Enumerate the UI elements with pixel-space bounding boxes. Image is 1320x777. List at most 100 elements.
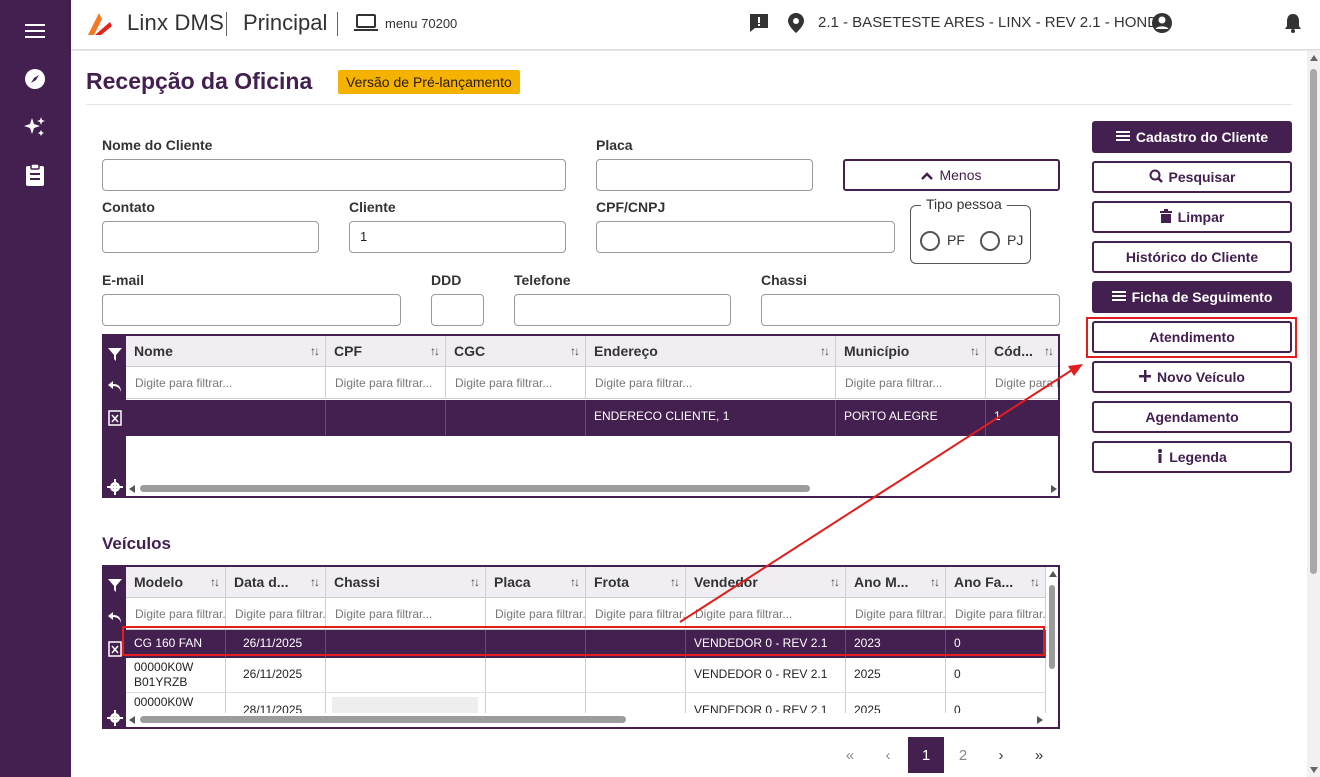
placa-input[interactable]	[596, 159, 813, 191]
filter-nome[interactable]: Digite para filtrar...	[126, 367, 326, 399]
first-page-button[interactable]: «	[832, 737, 868, 773]
filter-vendedor[interactable]: Digite para filtrar...	[686, 598, 846, 630]
filter-icon[interactable]	[107, 577, 123, 593]
divider	[86, 104, 1292, 105]
user-account-icon[interactable]	[1151, 12, 1173, 34]
filter-frota[interactable]: Digite para filtrar...	[586, 598, 686, 630]
filter-municipio[interactable]: Digite para filtrar...	[836, 367, 986, 399]
filter-data[interactable]: Digite para filtrar...	[226, 598, 326, 630]
col-placa[interactable]: Placa ↑↓	[486, 567, 586, 598]
sort-icon: ↑↓	[830, 575, 840, 589]
undo-icon[interactable]	[107, 378, 123, 394]
table-row[interactable]: ENDERECO CLIENTE, 1 PORTO ALEGRE 1	[126, 400, 1058, 436]
cell-modelo: 00000K0W B01YRZB	[126, 658, 226, 692]
col-municipio[interactable]: Município ↑↓	[836, 336, 986, 367]
ddd-input[interactable]	[431, 294, 484, 326]
filter-ano-modelo[interactable]: Digite para filtrar...	[846, 598, 946, 630]
cell-cod: 1	[994, 409, 1001, 423]
list-icon	[1115, 129, 1130, 145]
radio-pf[interactable]	[920, 231, 940, 251]
col-frota[interactable]: Frota ↑↓	[586, 567, 686, 598]
chassi-input[interactable]	[761, 294, 1060, 326]
clipboard-icon[interactable]	[22, 162, 48, 188]
col-vendedor[interactable]: Vendedor ↑↓	[686, 567, 846, 598]
menu-icon[interactable]	[22, 18, 48, 44]
col-data[interactable]: Data d... ↑↓	[226, 567, 326, 598]
col-cgc[interactable]: CGC ↑↓	[446, 336, 586, 367]
page-1-button[interactable]: 1	[908, 737, 944, 773]
limpar-button[interactable]: Limpar	[1092, 201, 1292, 233]
horizontal-scrollbar[interactable]	[126, 713, 1058, 725]
location-pin-icon	[787, 12, 809, 34]
menos-button[interactable]: Menos	[843, 159, 1060, 191]
col-cpf[interactable]: CPF ↑↓	[326, 336, 446, 367]
sort-icon: ↑↓	[430, 344, 440, 358]
filter-placa[interactable]: Digite para filtrar...	[486, 598, 586, 630]
vertical-scrollbar[interactable]	[1046, 567, 1058, 713]
store-name[interactable]: 2.1 - BASETESTE ARES - LINX - REV 2.1 - …	[818, 14, 1158, 31]
feedback-icon[interactable]	[748, 12, 770, 34]
email-input[interactable]	[102, 294, 401, 326]
prev-page-button[interactable]: ‹	[870, 737, 906, 773]
col-modelo[interactable]: Modelo ↑↓	[126, 567, 226, 598]
page-scrollbar[interactable]	[1307, 51, 1320, 777]
filter-endereco[interactable]: Digite para filtrar...	[586, 367, 836, 399]
divider	[226, 12, 227, 36]
undo-icon[interactable]	[107, 609, 123, 625]
filter-chassi[interactable]: Digite para filtrar...	[326, 598, 486, 630]
divider	[337, 12, 338, 36]
cliente-input[interactable]: 1	[349, 221, 566, 253]
compass-icon[interactable]	[22, 66, 48, 92]
cell-placa	[486, 658, 586, 692]
historico-cliente-button[interactable]: Histórico do Cliente	[1092, 241, 1292, 273]
filter-cgc[interactable]: Digite para filtrar...	[446, 367, 586, 399]
col-cod[interactable]: Cód... ↑↓	[986, 336, 1058, 367]
gear-icon[interactable]	[107, 479, 123, 495]
filter-icon[interactable]	[107, 346, 123, 362]
excel-export-icon[interactable]	[107, 641, 123, 657]
vehicles-grid: Modelo ↑↓ Data d... ↑↓ Chassi ↑↓ Placa ↑↓ Fr…	[102, 565, 1060, 729]
table-row[interactable]: 00000K0W 28/11/2025 VENDEDOR 0 - REV 2.1…	[126, 693, 1046, 713]
col-nome[interactable]: Nome ↑↓	[126, 336, 326, 367]
telefone-input[interactable]	[514, 294, 731, 326]
col-ano-fabricacao[interactable]: Ano Fa... ↑↓	[946, 567, 1046, 598]
horizontal-scrollbar[interactable]	[126, 482, 1058, 494]
pesquisar-button[interactable]: Pesquisar	[1092, 161, 1292, 193]
scroll-right-icon	[1051, 485, 1057, 493]
cadastro-cliente-button[interactable]: Cadastro do Cliente	[1092, 121, 1292, 153]
sort-icon: ↑↓	[670, 575, 680, 589]
vehicles-grid-header: Modelo ↑↓ Data d... ↑↓ Chassi ↑↓ Placa ↑↓ Fr…	[126, 567, 1046, 598]
gear-icon[interactable]	[107, 710, 123, 726]
atendimento-button[interactable]: Atendimento	[1092, 321, 1292, 353]
sparkles-icon[interactable]	[22, 114, 48, 140]
sort-icon: ↑↓	[470, 575, 480, 589]
scroll-left-icon	[129, 716, 135, 724]
filter-cod[interactable]: Digite para filtrar...	[986, 367, 1058, 399]
sidebar	[0, 0, 71, 777]
filter-modelo[interactable]: Digite para filtrar...	[126, 598, 226, 630]
cell-chassi	[326, 658, 486, 692]
nome-cliente-input[interactable]	[102, 159, 566, 191]
col-endereco[interactable]: Endereço ↑↓	[586, 336, 836, 367]
filter-cpf[interactable]: Digite para filtrar...	[326, 367, 446, 399]
cell-chassi	[326, 630, 486, 658]
contato-input[interactable]	[102, 221, 319, 253]
agendamento-button[interactable]: Agendamento	[1092, 401, 1292, 433]
cell-modelo: 00000K0W	[126, 693, 226, 713]
bell-icon[interactable]	[1283, 12, 1305, 34]
filter-ano-fabricacao[interactable]: Digite para filtrar...	[946, 598, 1046, 630]
col-ano-modelo[interactable]: Ano M... ↑↓	[846, 567, 946, 598]
table-row[interactable]: CG 160 FAN 26/11/2025 VENDEDOR 0 - REV 2…	[126, 630, 1046, 658]
table-row[interactable]: 00000K0W B01YRZB 26/11/2025 VENDEDOR 0 -…	[126, 658, 1046, 693]
novo-veiculo-button[interactable]: Novo Veículo	[1092, 361, 1292, 393]
page-2-button[interactable]: 2	[945, 737, 981, 773]
legenda-button[interactable]: Legenda	[1092, 441, 1292, 473]
last-page-button[interactable]: »	[1021, 737, 1057, 773]
col-chassi[interactable]: Chassi ↑↓	[326, 567, 486, 598]
next-page-button[interactable]: ›	[983, 737, 1019, 773]
cpf-cnpj-input[interactable]	[596, 221, 895, 253]
radio-pj[interactable]	[980, 231, 1000, 251]
ficha-seguimento-button[interactable]: Ficha de Seguimento	[1092, 281, 1292, 313]
cell-cgc	[446, 400, 586, 436]
excel-export-icon[interactable]	[107, 410, 123, 426]
